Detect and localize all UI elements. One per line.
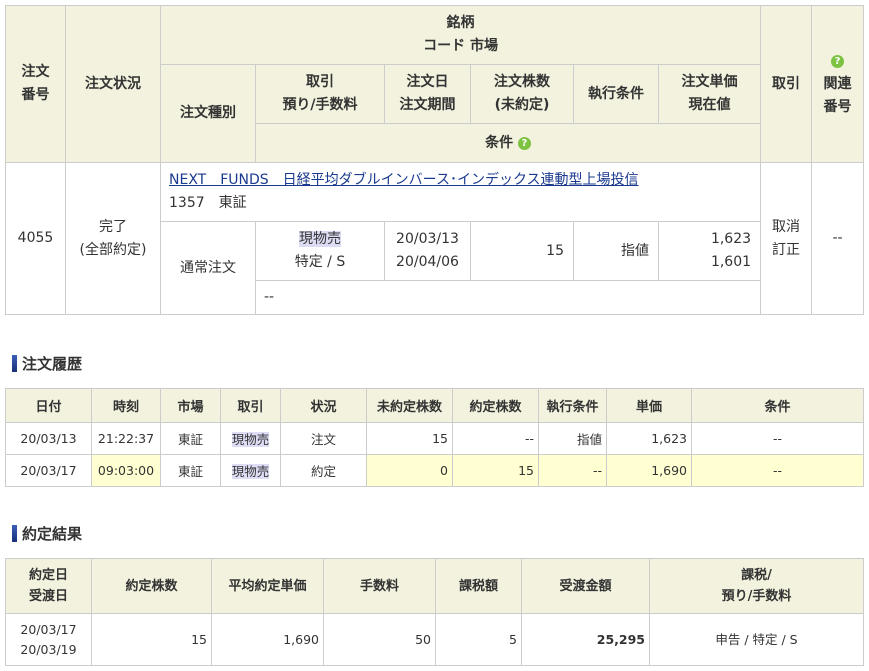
result-col-tax-deposit: 課税/預り/手数料 <box>649 558 864 614</box>
header-order-no: 注文 番号 <box>5 5 66 163</box>
order-number: 4055 <box>5 162 66 315</box>
order-status: 完了 (全部約定) <box>65 162 161 315</box>
modify-link[interactable]: 訂正 <box>772 242 800 258</box>
cancel-link[interactable]: 取消 <box>772 219 800 235</box>
order-condition: -- <box>254 280 762 315</box>
section-marker-icon <box>12 355 17 372</box>
table-row: 20/03/17 20/03/19 15 1,690 50 5 25,295 申告… <box>5 613 864 666</box>
result-col-dates: 約定日 受渡日 <box>5 558 92 614</box>
header-trade-deposit: 取引 預り/手数料 <box>255 64 385 124</box>
header-condition: 条件 ? <box>254 123 762 163</box>
order-type: 通常注文 <box>160 221 256 315</box>
section-marker-icon <box>12 525 17 542</box>
result-shares: 15 <box>91 613 212 666</box>
trade-deposit: 現物売 特定 / S <box>255 221 385 281</box>
history-col-status: 状況 <box>280 388 367 423</box>
history-header-row: 日付 時刻 市場 取引 状況 未約定株数 約定株数 執行条件 単価 条件 <box>5 388 864 423</box>
result-tax: 5 <box>435 613 522 666</box>
history-col-filled: 約定株数 <box>452 388 539 423</box>
table-row: 20/03/17 09:03:00 東証 現物売 約定 0 15 -- 1,69… <box>5 454 864 487</box>
header-status: 注文状況 <box>65 5 161 163</box>
header-order-date-period: 注文日 注文期間 <box>384 64 471 124</box>
result-fee: 50 <box>323 613 436 666</box>
header-issue: 銘柄 コード 市場 <box>159 5 762 65</box>
history-col-market: 市場 <box>160 388 221 423</box>
order-exec-condition: 指値 <box>573 221 659 281</box>
order-price-current: 1,623 1,601 <box>657 221 762 281</box>
result-amount: 25,295 <box>521 613 650 666</box>
issue-name-link[interactable]: NEXT FUNDS 日経平均ダブルインバース･インデックス連動型上場投信 <box>169 172 639 188</box>
result-dates: 20/03/17 20/03/19 <box>5 613 92 666</box>
header-price-current: 注文単価 現在値 <box>657 64 762 124</box>
history-section-title: 注文履歴 <box>12 353 82 374</box>
table-row: 20/03/13 21:22:37 東証 現物売 注文 15 -- 指値 1,6… <box>5 422 864 455</box>
trade-type-badge: 現物売 <box>231 432 270 447</box>
history-col-condition: 条件 <box>691 388 864 423</box>
result-col-fee: 手数料 <box>323 558 436 614</box>
result-tax-deposit: 申告 / 特定 / S <box>649 613 864 666</box>
history-table: 日付 時刻 市場 取引 状況 未約定株数 約定株数 執行条件 単価 条件 20/… <box>5 388 864 487</box>
history-col-exec-condition: 執行条件 <box>538 388 607 423</box>
result-section-title: 約定結果 <box>12 523 82 544</box>
trade-type-badge: 現物売 <box>299 231 341 247</box>
result-avg-price: 1,690 <box>211 613 324 666</box>
history-col-date: 日付 <box>5 388 92 423</box>
history-col-unfilled: 未約定株数 <box>366 388 453 423</box>
order-table: 注文 番号 注文状況 銘柄 コード 市場 取引 ? 関連 番号 注文種別 取引 預り/手… <box>5 5 865 315</box>
history-col-time: 時刻 <box>91 388 161 423</box>
result-col-tax: 課税額 <box>435 558 522 614</box>
help-icon[interactable]: ? <box>831 54 845 68</box>
trade-type-badge: 現物売 <box>231 464 270 479</box>
order-date-period: 20/03/13 20/04/06 <box>384 221 471 281</box>
related-number: -- <box>811 162 865 315</box>
header-trade: 取引 <box>760 5 813 163</box>
header-related-no: ? 関連 番号 <box>811 5 865 163</box>
header-exec-condition: 執行条件 <box>573 64 659 124</box>
issue-cell: NEXT FUNDS 日経平均ダブルインバース･インデックス連動型上場投信 13… <box>159 162 762 222</box>
result-header-row: 約定日 受渡日 約定株数 平均約定単価 手数料 課税額 受渡金額 課税/預り/手数… <box>5 558 864 614</box>
result-table: 約定日 受渡日 約定株数 平均約定単価 手数料 課税額 受渡金額 課税/預り/手数… <box>5 558 864 666</box>
history-col-trade: 取引 <box>220 388 281 423</box>
header-shares: 注文株数 (未約定) <box>470 64 574 124</box>
result-col-amount: 受渡金額 <box>521 558 650 614</box>
order-actions: 取消 訂正 <box>760 162 813 315</box>
header-order-type: 注文種別 <box>160 64 256 163</box>
help-icon[interactable]: ? <box>517 136 531 150</box>
result-col-avg-price: 平均約定単価 <box>211 558 324 614</box>
order-shares: 15 <box>470 221 574 281</box>
history-col-price: 単価 <box>606 388 692 423</box>
result-col-shares: 約定株数 <box>91 558 212 614</box>
issue-code-market: 1357 東証 <box>169 195 247 211</box>
